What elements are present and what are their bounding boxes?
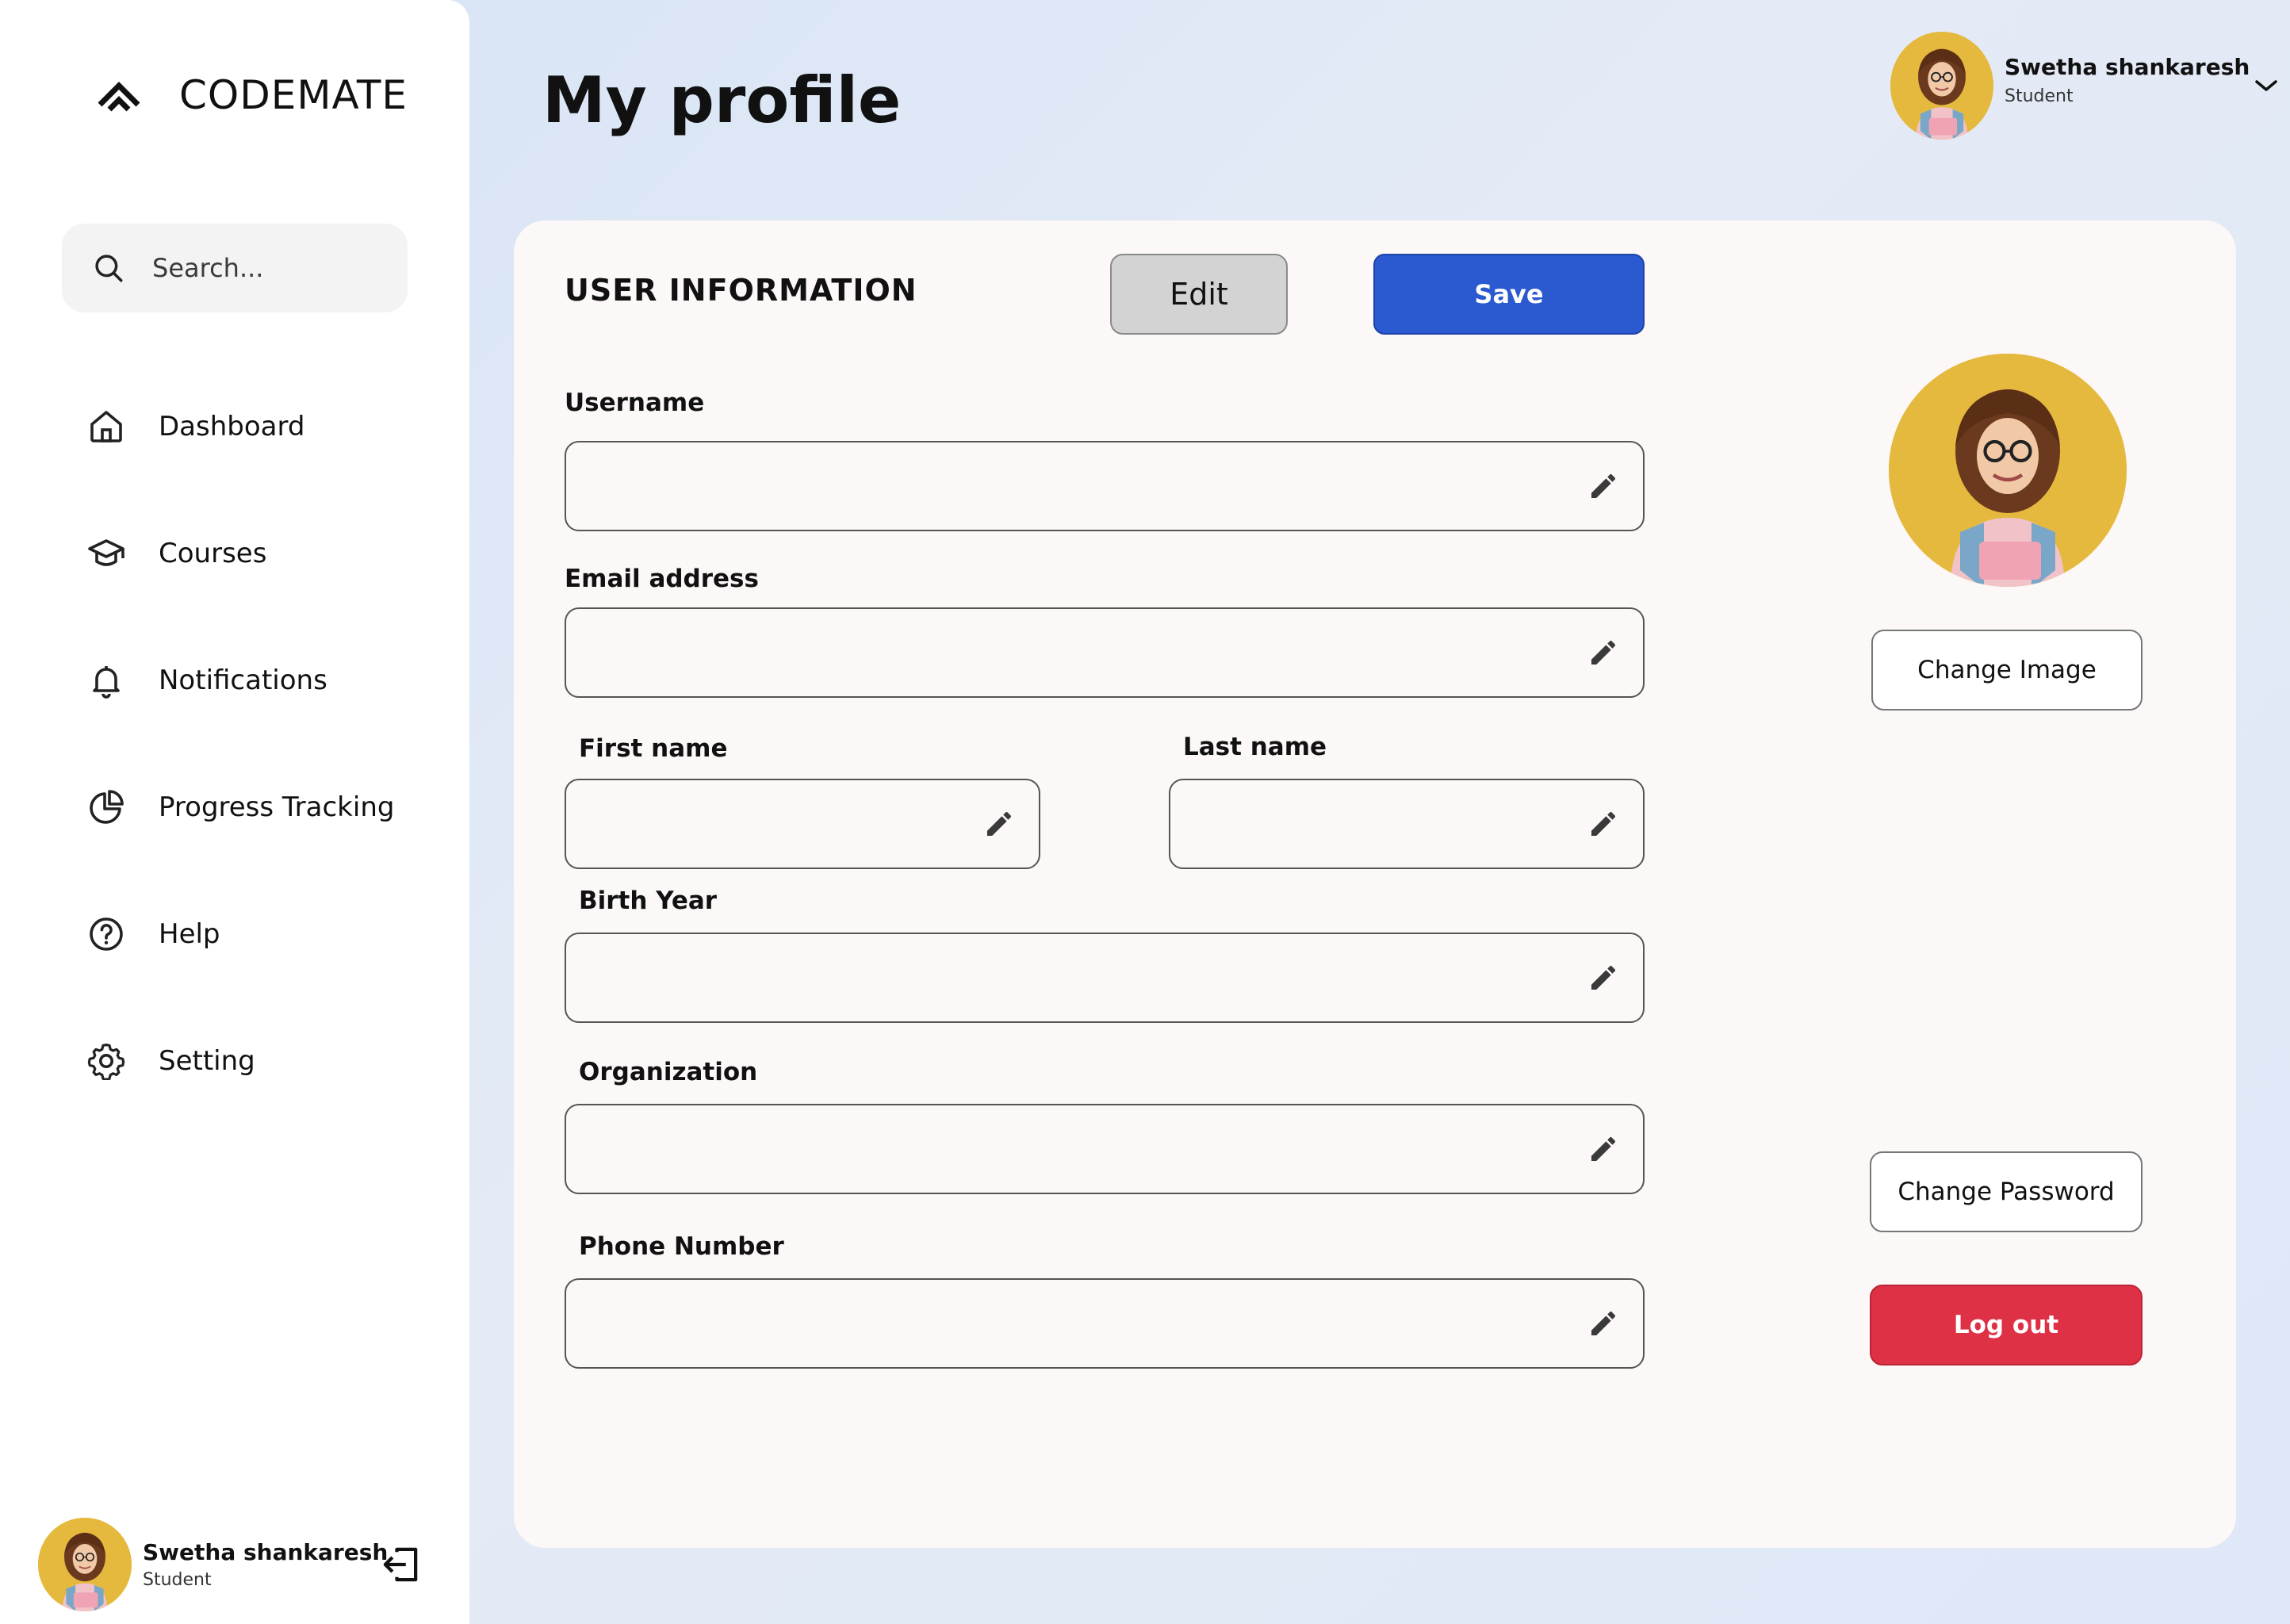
pencil-icon[interactable] bbox=[1587, 1133, 1619, 1165]
avatar bbox=[38, 1518, 132, 1611]
user-information-card: USER INFORMATION Edit Save Username Emai… bbox=[514, 220, 2236, 1548]
section-title: USER INFORMATION bbox=[565, 273, 917, 308]
page-title: My profile bbox=[542, 63, 902, 137]
logout-icon[interactable] bbox=[379, 1543, 422, 1586]
email-label: Email address bbox=[565, 565, 759, 593]
user-role: Student bbox=[143, 1570, 212, 1590]
change-password-button[interactable]: Change Password bbox=[1870, 1151, 2143, 1232]
first-name-input[interactable] bbox=[566, 780, 983, 868]
phone-field[interactable] bbox=[565, 1278, 1645, 1369]
home-icon bbox=[90, 411, 122, 442]
codemate-logo-icon bbox=[98, 82, 140, 112]
last-name-label: Last name bbox=[1183, 733, 1327, 761]
pencil-icon[interactable] bbox=[1587, 470, 1619, 502]
sidebar-item-setting[interactable]: Setting bbox=[87, 1023, 420, 1099]
email-field[interactable] bbox=[565, 607, 1645, 698]
first-name-label: First name bbox=[579, 734, 728, 763]
logout-button[interactable]: Log out bbox=[1870, 1285, 2143, 1365]
brand-name: CODEMATE bbox=[179, 72, 408, 118]
save-button[interactable]: Save bbox=[1373, 254, 1645, 335]
username-label: Username bbox=[565, 389, 705, 417]
bell-icon bbox=[93, 666, 120, 699]
phone-input[interactable] bbox=[566, 1280, 1587, 1367]
user-name: Swetha shankaresh bbox=[2005, 54, 2250, 80]
sidebar-item-progress-tracking[interactable]: Progress Tracking bbox=[87, 769, 420, 845]
sidebar-item-label: Setting bbox=[159, 1045, 255, 1077]
search-input[interactable] bbox=[152, 253, 390, 283]
organization-label: Organization bbox=[579, 1058, 758, 1086]
pencil-icon[interactable] bbox=[1587, 962, 1619, 994]
help-circle-icon bbox=[90, 917, 123, 951]
email-input[interactable] bbox=[566, 609, 1587, 696]
sidebar-item-label: Courses bbox=[159, 538, 267, 569]
edit-button[interactable]: Edit bbox=[1110, 254, 1288, 335]
pencil-icon[interactable] bbox=[1587, 637, 1619, 668]
pie-chart-icon bbox=[90, 790, 124, 824]
sidebar: CODEMATE Dashboard Courses bbox=[0, 0, 469, 1624]
organization-input[interactable] bbox=[566, 1105, 1587, 1193]
sidebar-item-dashboard[interactable]: Dashboard bbox=[87, 389, 420, 465]
gear-icon bbox=[87, 1044, 125, 1080]
first-name-field[interactable] bbox=[565, 779, 1040, 869]
sidebar-item-courses[interactable]: Courses bbox=[87, 515, 420, 592]
sidebar-item-notifications[interactable]: Notifications bbox=[87, 642, 420, 718]
sidebar-item-label: Notifications bbox=[159, 665, 327, 696]
pencil-icon[interactable] bbox=[983, 808, 1015, 840]
brand-logo[interactable]: CODEMATE bbox=[95, 70, 408, 121]
birth-year-field[interactable] bbox=[565, 933, 1645, 1023]
last-name-input[interactable] bbox=[1170, 780, 1587, 868]
user-role: Student bbox=[2005, 86, 2074, 106]
profile-picture bbox=[1889, 354, 2127, 587]
pencil-icon[interactable] bbox=[1587, 808, 1619, 840]
username-input[interactable] bbox=[566, 442, 1587, 530]
sidebar-item-label: Help bbox=[159, 918, 220, 950]
search-bar[interactable] bbox=[62, 224, 408, 312]
phone-label: Phone Number bbox=[579, 1232, 784, 1261]
sidebar-nav: Dashboard Courses Notifications Progress… bbox=[87, 389, 420, 1150]
header-user-menu[interactable]: Swetha shankaresh Student bbox=[1890, 32, 2250, 140]
sidebar-item-help[interactable]: Help bbox=[87, 896, 420, 972]
search-icon bbox=[95, 255, 123, 282]
avatar bbox=[1890, 32, 1993, 140]
birth-year-label: Birth Year bbox=[579, 887, 718, 915]
organization-field[interactable] bbox=[565, 1104, 1645, 1194]
change-image-button[interactable]: Change Image bbox=[1871, 630, 2143, 710]
username-field[interactable] bbox=[565, 441, 1645, 531]
graduation-cap-icon bbox=[88, 539, 124, 566]
sidebar-user-profile[interactable]: Swetha shankaresh Student bbox=[38, 1518, 388, 1611]
chevron-down-icon[interactable] bbox=[2254, 76, 2279, 95]
pencil-icon[interactable] bbox=[1587, 1308, 1619, 1339]
user-name: Swetha shankaresh bbox=[143, 1539, 389, 1565]
last-name-field[interactable] bbox=[1169, 779, 1645, 869]
birth-year-input[interactable] bbox=[566, 934, 1587, 1021]
sidebar-item-label: Dashboard bbox=[159, 411, 305, 442]
sidebar-item-label: Progress Tracking bbox=[159, 791, 395, 823]
